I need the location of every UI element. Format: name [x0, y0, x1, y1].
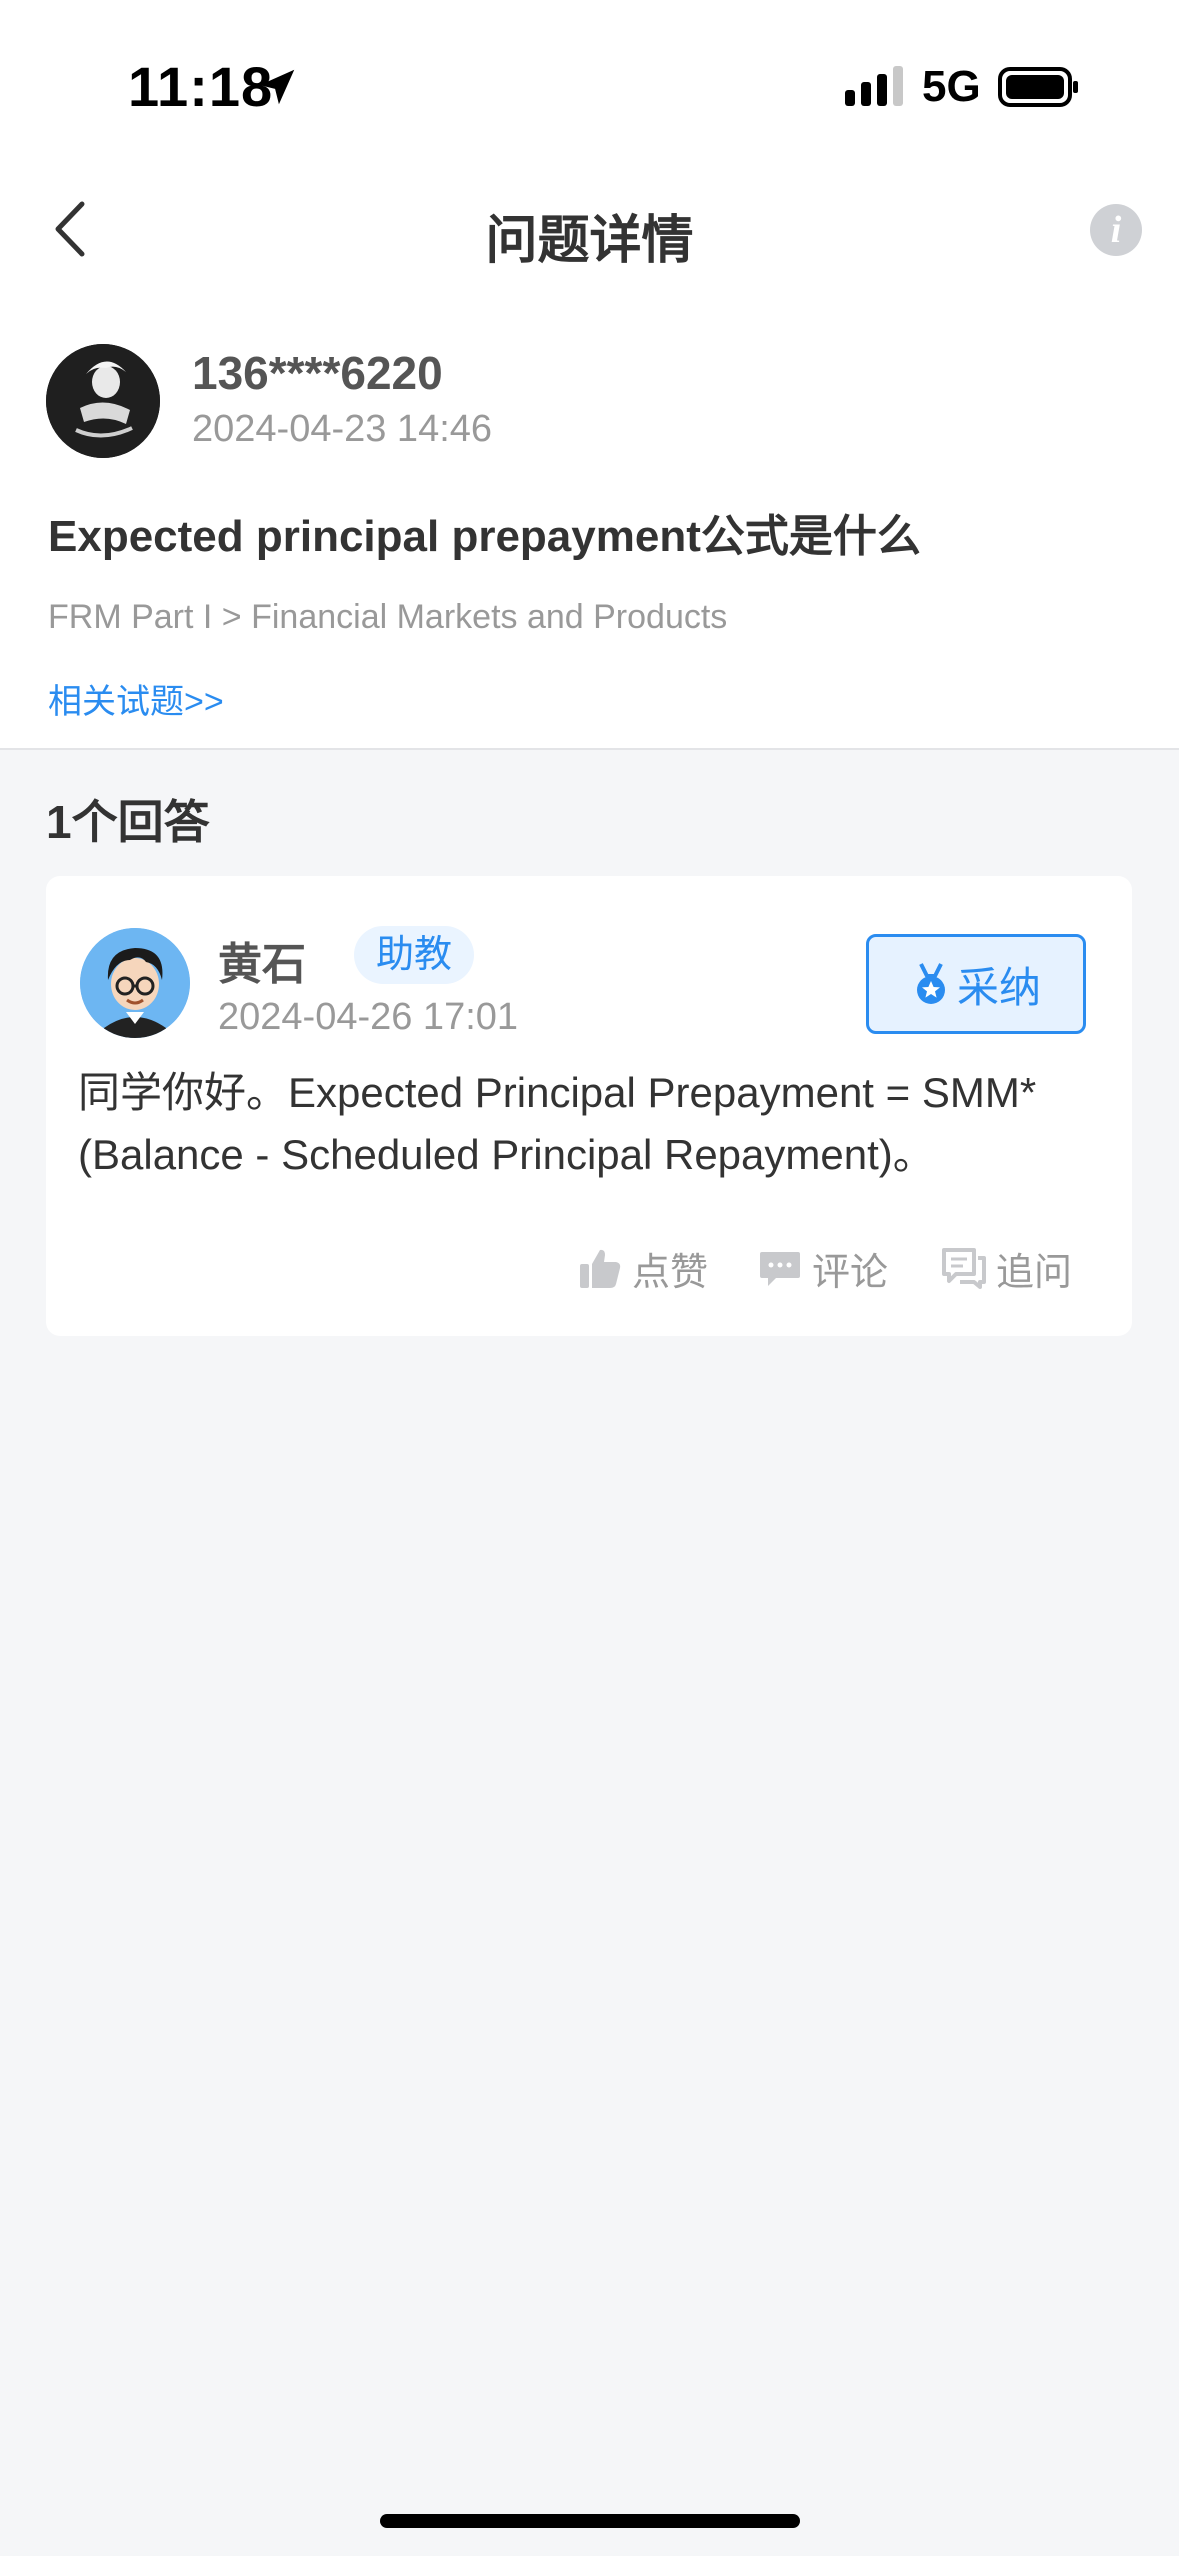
- follow-up-button[interactable]: 追问: [942, 1238, 1072, 1298]
- answer-text: 同学你好。Expected Principal Prepayment = SMM…: [78, 1069, 1037, 1178]
- nav-header: 问题详情 i: [0, 170, 1179, 290]
- asker-avatar: [46, 344, 160, 458]
- page-title: 问题详情: [485, 212, 694, 270]
- answer-time: 2024-04-26 17:01: [218, 996, 519, 1038]
- follow-up-label: 追问: [996, 1251, 1073, 1294]
- network-type: 5G: [922, 62, 981, 111]
- info-icon[interactable]: i: [1090, 204, 1142, 256]
- question-category: FRM Part I > Financial Markets and Produ…: [48, 598, 728, 636]
- battery-icon: [998, 67, 1078, 107]
- question-title: Expected principal prepayment公式是什么: [48, 512, 921, 561]
- status-time: 11:18: [128, 55, 274, 118]
- adopt-label: 采纳: [956, 963, 1041, 1011]
- answer-actions: 点赞 评论 追问: [46, 1238, 1132, 1298]
- answer-card: 黄石 助教 2024-04-26 17:01 采纳 同学你好。Expected …: [46, 876, 1132, 1336]
- thumbs-up-icon: [580, 1249, 621, 1288]
- question-time: 2024-04-23 14:46: [192, 408, 493, 450]
- status-bar: 11:18 5G: [0, 0, 1179, 170]
- answerer-name: 黄石: [218, 940, 306, 989]
- asker-avatar-image: [46, 344, 160, 458]
- asker-name: 136****6220: [192, 347, 443, 399]
- answers-heading: 1个回答: [46, 796, 210, 848]
- answerer-avatar: [80, 928, 190, 1038]
- related-questions-link[interactable]: 相关试题>>: [48, 674, 224, 723]
- answerer-avatar-image: [80, 928, 190, 1038]
- adopt-button[interactable]: 采纳: [866, 934, 1086, 1034]
- signal-icon: [845, 66, 903, 106]
- home-indicator: [380, 2514, 800, 2528]
- location-arrow-icon: [259, 69, 295, 105]
- medal-icon: [916, 963, 945, 1004]
- question-card: 136****6220 2024-04-23 14:46 Expected pr…: [0, 290, 1179, 750]
- comment-button[interactable]: 评论: [758, 1238, 888, 1298]
- follow-up-icon: [942, 1248, 986, 1289]
- like-button[interactable]: 点赞: [578, 1238, 708, 1298]
- comment-icon: [760, 1252, 800, 1286]
- role-badge: 助教: [354, 926, 475, 984]
- page: 11:18 5G 问题详情 i 136****6220 2024-04-23 1…: [0, 0, 1179, 2556]
- like-label: 点赞: [632, 1251, 709, 1294]
- comment-label: 评论: [812, 1251, 889, 1294]
